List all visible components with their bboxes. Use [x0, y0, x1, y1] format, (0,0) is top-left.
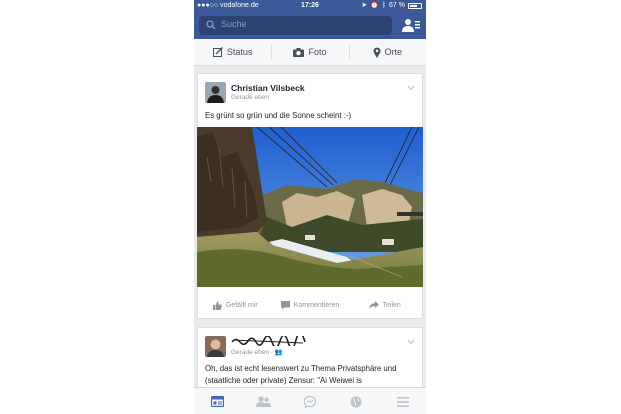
status-right: ➤ ⏰ ᛒ 67 % [361, 0, 422, 12]
feed-post: Christian Vilsbeck Gerade eben Es grünt … [197, 73, 423, 319]
like-button[interactable]: Gefällt mir [198, 296, 273, 314]
share-label: Teilen [382, 301, 401, 309]
post-text: Es grünt so grün und die Sonne scheint :… [205, 111, 352, 120]
avatar[interactable] [205, 82, 226, 103]
composer-bar: Status Foto Orte [194, 39, 426, 66]
chevron-down-icon[interactable] [407, 85, 415, 91]
tab-notifications[interactable] [333, 388, 379, 414]
avatar[interactable] [205, 336, 226, 357]
bluetooth-icon: ᛒ [381, 2, 387, 9]
battery-icon [408, 3, 422, 9]
thumbs-up-icon [212, 301, 222, 310]
mountain-landscape-image [197, 127, 423, 287]
places-label: Orte [384, 47, 403, 57]
alarm-icon: ⏰ [370, 2, 379, 9]
status-bar: ●●●○○ vodafone.de 17:26 ➤ ⏰ ᛒ 67 % [194, 0, 426, 12]
location-pin-icon [373, 47, 381, 58]
friends-icon [256, 396, 272, 407]
menu-icon [396, 396, 409, 407]
comment-label: Kommentieren [293, 301, 340, 309]
tab-friends[interactable] [240, 388, 286, 414]
globe-icon [350, 396, 362, 407]
tab-messenger[interactable] [287, 388, 333, 414]
post-timestamp[interactable]: Gerade eben [231, 94, 269, 101]
search-icon [206, 20, 216, 30]
post-actions: Gefällt mir Kommentieren Teilen [198, 296, 422, 314]
places-button[interactable]: Orte [348, 39, 426, 65]
battery-percent: 67 % [389, 2, 405, 9]
post-text: Oh, das ist echt lesenswert zu Thema Pri… [205, 364, 397, 385]
post-timestamp[interactable]: Gerade eben · 👥 [231, 348, 283, 356]
location-arrow-icon: ➤ [361, 2, 368, 9]
edit-icon [212, 47, 223, 57]
share-button[interactable]: Teilen [347, 296, 422, 314]
post-author[interactable]: Christian Vilsbeck [231, 83, 305, 93]
like-label: Gefällt mir [225, 301, 258, 309]
share-icon [368, 301, 379, 309]
post-photo[interactable] [197, 127, 423, 287]
phone-screen: ●●●○○ vodafone.de 17:26 ➤ ⏰ ᛒ 67 % Suche [194, 0, 426, 414]
tab-bar [194, 387, 426, 414]
friend-requests-icon[interactable] [402, 18, 420, 33]
tab-news-feed[interactable] [194, 388, 240, 414]
redacted-author-name [231, 336, 306, 346]
camera-icon [293, 47, 305, 57]
photo-label: Foto [308, 47, 327, 57]
comment-button[interactable]: Kommentieren [273, 296, 348, 314]
header: ●●●○○ vodafone.de 17:26 ➤ ⏰ ᛒ 67 % Suche [194, 0, 426, 39]
messenger-icon [304, 395, 316, 408]
search-placeholder: Suche [221, 19, 247, 29]
search-input[interactable]: Suche [199, 16, 392, 35]
tab-more[interactable] [380, 388, 426, 414]
status-button[interactable]: Status [194, 39, 271, 65]
status-label: Status [226, 47, 253, 57]
news-feed-icon [210, 396, 224, 407]
photo-button[interactable]: Foto [271, 39, 348, 65]
chevron-down-icon[interactable] [407, 339, 415, 345]
comment-icon [280, 300, 290, 310]
